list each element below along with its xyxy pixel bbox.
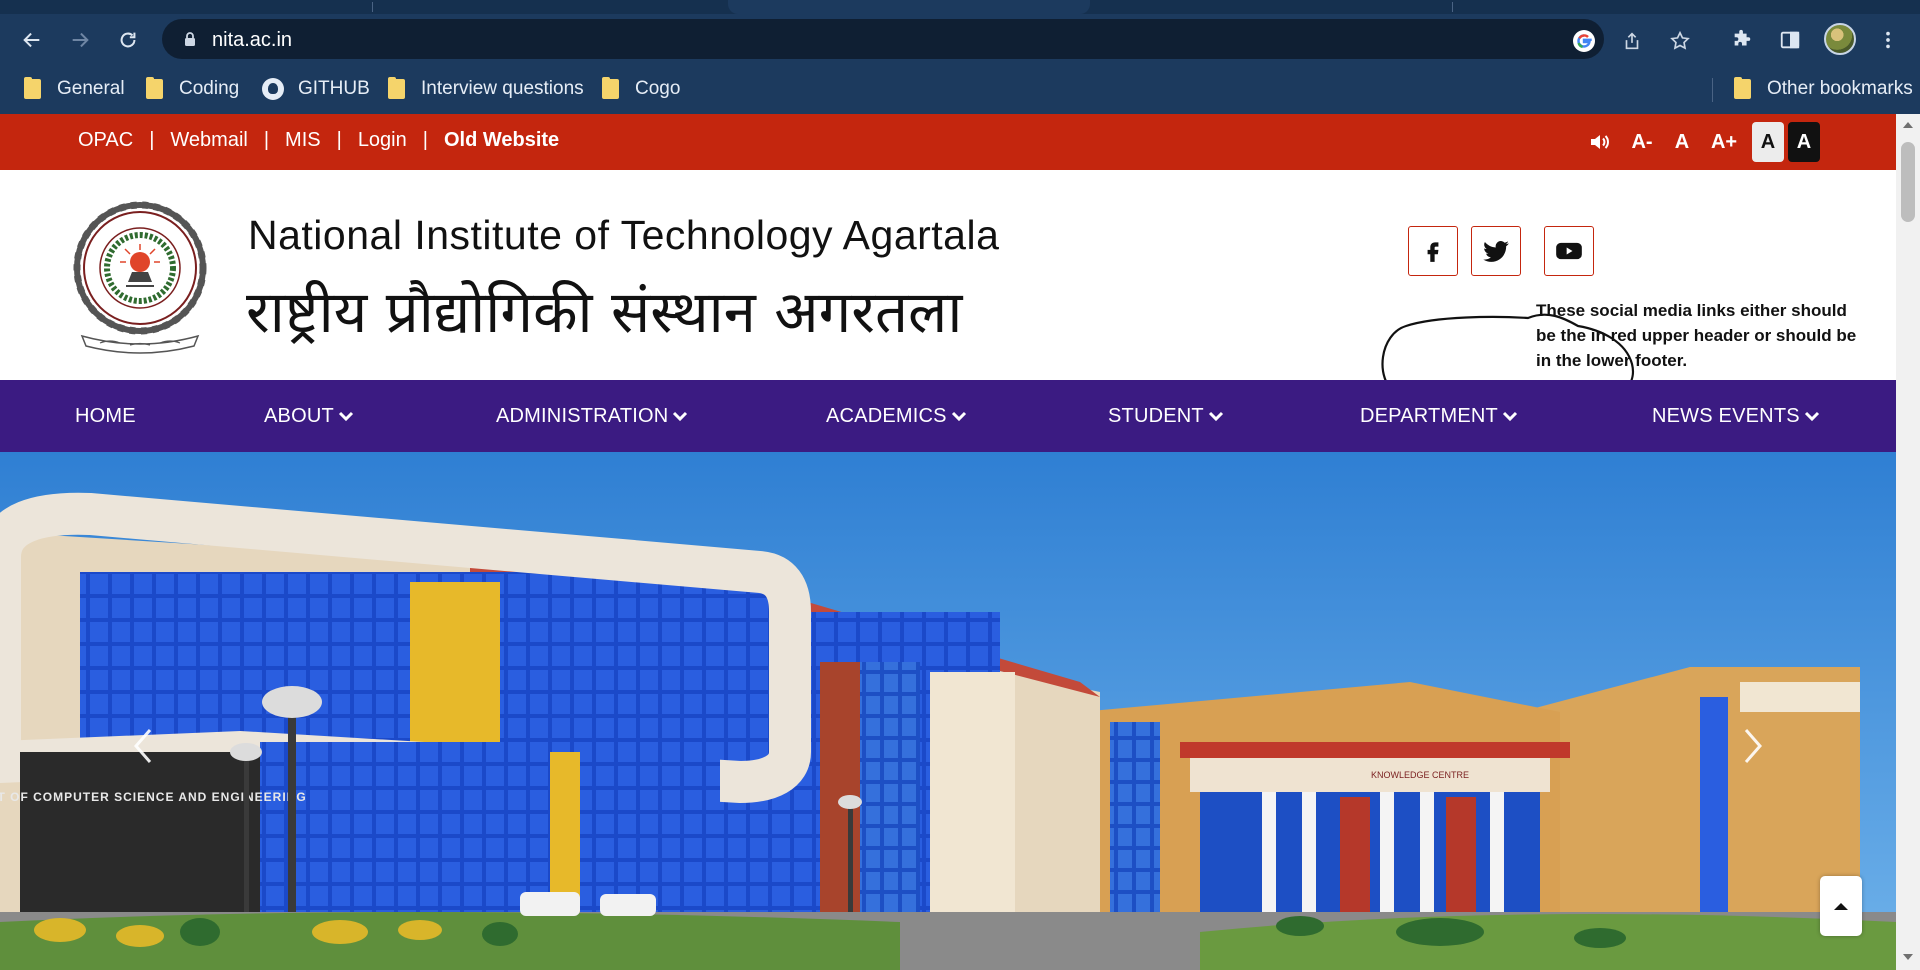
opac-link[interactable]: OPAC	[78, 129, 133, 152]
tab-separator	[372, 2, 373, 12]
url-text[interactable]: nita.ac.in	[212, 29, 292, 52]
extensions-icon[interactable]	[1728, 26, 1756, 54]
profile-avatar[interactable]	[1824, 23, 1856, 55]
nav-about[interactable]: ABOUT	[264, 402, 354, 430]
nav-label: ABOUT	[264, 404, 334, 427]
old-website-link[interactable]: Old Website	[444, 129, 559, 152]
nav-label: STUDENT	[1108, 404, 1204, 427]
back-icon[interactable]	[18, 26, 46, 54]
nav-label: HOME	[75, 404, 136, 427]
carousel-prev-icon[interactable]	[128, 726, 158, 766]
bookmarks-divider	[1712, 78, 1713, 102]
active-tab[interactable]	[728, 0, 1090, 14]
folder-icon	[602, 77, 619, 99]
nav-label: NEWS EVENTS	[1652, 404, 1800, 427]
folder-icon	[1734, 77, 1751, 99]
folder-icon	[24, 77, 41, 99]
bookmark-label: GITHUB	[298, 78, 370, 99]
google-icon[interactable]	[1572, 29, 1596, 53]
font-decrease-button[interactable]: A-	[1624, 122, 1660, 162]
chevron-down-icon	[673, 411, 688, 422]
nav-label: DEPARTMENT	[1360, 404, 1498, 427]
lock-icon[interactable]	[182, 31, 198, 47]
bookmark-label: General	[57, 78, 125, 99]
scroll-up-icon[interactable]	[1903, 122, 1913, 128]
bookmark-star-icon[interactable]	[1668, 29, 1692, 53]
institute-title-hindi: राष्ट्रीय प्रौद्योगिकी संस्थान अगरतला	[246, 278, 963, 346]
annotation-note: These social media links either should b…	[1536, 301, 1857, 370]
caret-up-icon	[1834, 903, 1848, 910]
speaker-icon[interactable]	[1584, 122, 1616, 162]
folder-icon	[388, 77, 405, 99]
youtube-icon[interactable]	[1544, 226, 1594, 276]
chevron-down-icon	[951, 411, 966, 422]
chevron-down-icon	[1502, 411, 1517, 422]
link-separator: |	[422, 129, 428, 151]
bookmark-label: Other bookmarks	[1767, 78, 1913, 99]
link-separator: |	[149, 129, 155, 151]
scroll-to-top-button[interactable]	[1820, 876, 1862, 936]
campus-building-photo: KNOWLEDGE CENTRE DEPARTMENT OF COMPUTER …	[0, 452, 1896, 970]
bookmark-interview-questions[interactable]: Interview questions	[388, 76, 584, 102]
facebook-icon[interactable]	[1408, 226, 1458, 276]
webmail-link[interactable]: Webmail	[170, 129, 247, 152]
nav-department[interactable]: DEPARTMENT	[1360, 402, 1518, 430]
share-icon[interactable]	[1620, 29, 1644, 53]
chevron-down-icon	[1804, 411, 1819, 422]
bookmarks-bar: General Coding GITHUB Interview question…	[0, 66, 1920, 114]
link-separator: |	[263, 129, 270, 151]
web-page: OPAC | Webmail | MIS | Login | Old Websi…	[0, 114, 1896, 970]
nav-administration[interactable]: ADMINISTRATION	[496, 402, 688, 430]
link-separator: |	[336, 129, 342, 151]
scroll-down-icon[interactable]	[1903, 954, 1913, 960]
nav-student[interactable]: STUDENT	[1108, 402, 1224, 430]
carousel-next-icon[interactable]	[1738, 726, 1768, 766]
bookmark-general[interactable]: General	[24, 76, 125, 102]
address-bar[interactable]: nita.ac.in	[162, 19, 1690, 59]
mis-link[interactable]: MIS	[285, 129, 321, 152]
browser-chrome: nita.ac.in General Coding GITHUB Intervi…	[0, 0, 1920, 114]
main-navigation: HOME ABOUT ADMINISTRATION ACADEMICS STUD…	[0, 380, 1896, 452]
scrollbar-thumb[interactable]	[1901, 142, 1915, 222]
folder-icon	[146, 77, 163, 99]
top-utility-bar: OPAC | Webmail | MIS | Login | Old Websi…	[0, 114, 1896, 170]
reload-icon[interactable]	[114, 26, 142, 54]
browser-toolbar: nita.ac.in	[0, 14, 1920, 66]
font-increase-button[interactable]: A+	[1704, 122, 1744, 162]
side-panel-icon[interactable]	[1776, 26, 1804, 54]
dark-theme-button[interactable]: A	[1788, 122, 1820, 162]
page-scrollbar[interactable]	[1896, 114, 1920, 970]
hero-carousel: KNOWLEDGE CENTRE DEPARTMENT OF COMPUTER …	[0, 452, 1896, 970]
nav-news-events[interactable]: NEWS EVENTS	[1652, 402, 1820, 430]
bookmark-github[interactable]: GITHUB	[262, 76, 370, 102]
bookmark-label: Cogo	[635, 78, 681, 99]
bookmark-label: Coding	[179, 78, 240, 99]
login-link[interactable]: Login	[358, 129, 407, 152]
nav-home[interactable]: HOME	[75, 402, 136, 430]
bookmark-label: Interview questions	[421, 78, 584, 99]
twitter-icon[interactable]	[1471, 226, 1521, 276]
chevron-down-icon	[1208, 411, 1223, 422]
knowledge-centre-sign: KNOWLEDGE CENTRE	[1371, 770, 1469, 780]
bookmark-coding[interactable]: Coding	[146, 76, 239, 102]
top-links: OPAC | Webmail | MIS | Login | Old Websi…	[78, 129, 559, 152]
bookmark-cogo[interactable]: Cogo	[602, 76, 680, 102]
forward-icon[interactable]	[66, 26, 94, 54]
chevron-down-icon	[338, 411, 353, 422]
bookmark-other[interactable]: Other bookmarks	[1734, 76, 1913, 102]
github-icon	[262, 78, 284, 100]
menu-kebab-icon[interactable]	[1874, 26, 1902, 54]
font-normal-button[interactable]: A	[1668, 122, 1696, 162]
institute-title-english: National Institute of Technology Agartal…	[248, 212, 1000, 258]
department-sign: DEPARTMENT OF COMPUTER SCIENCE AND ENGIN…	[0, 790, 307, 804]
nav-academics[interactable]: ACADEMICS	[826, 402, 967, 430]
nit-agartala-logo[interactable]	[70, 196, 210, 354]
tab-strip	[0, 0, 1920, 14]
light-theme-button[interactable]: A	[1752, 122, 1784, 162]
nav-label: ADMINISTRATION	[496, 404, 669, 427]
tab-separator	[1452, 2, 1453, 12]
nav-label: ACADEMICS	[826, 404, 947, 427]
